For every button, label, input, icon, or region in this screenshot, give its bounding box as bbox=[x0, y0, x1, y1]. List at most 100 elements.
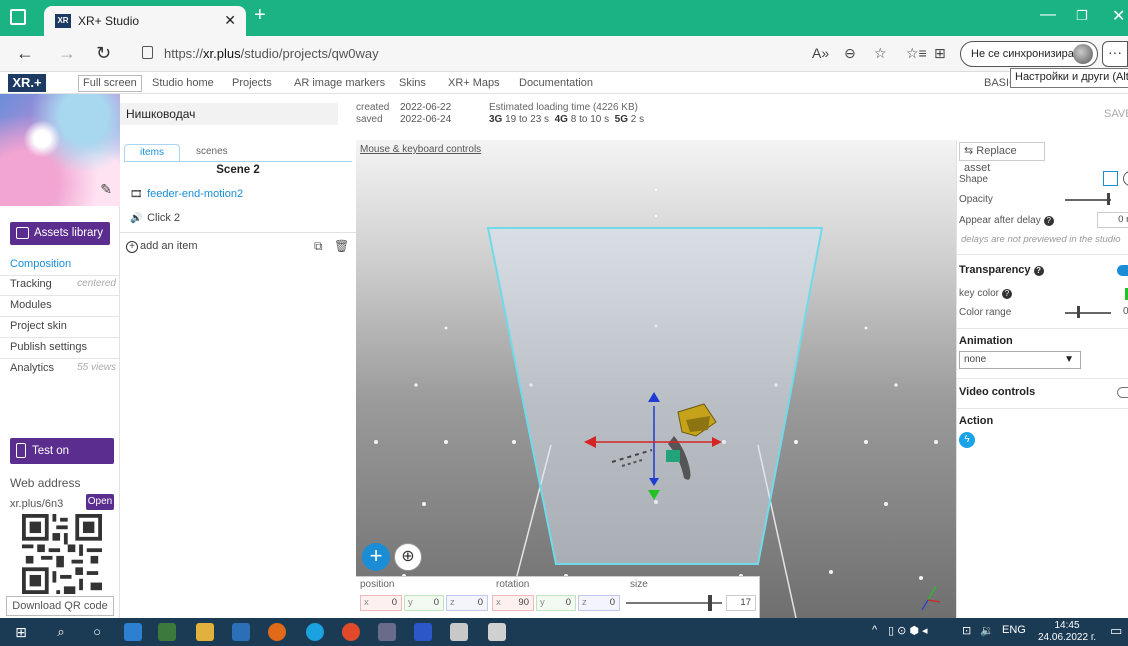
tab-actions-icon[interactable] bbox=[10, 9, 26, 25]
test-simulator-button[interactable]: Test on simulator bbox=[10, 438, 114, 483]
forward-arrow-icon[interactable]: → bbox=[58, 43, 76, 64]
orbit-mode-icon[interactable]: ⊕ bbox=[394, 543, 422, 571]
web-address-value: xr.plus/6n3 bbox=[10, 498, 64, 510]
notepad-icon[interactable] bbox=[488, 623, 506, 641]
nav-studio-home[interactable]: Studio home bbox=[152, 77, 214, 89]
help-icon[interactable]: ? bbox=[1043, 216, 1054, 226]
scene-viewport[interactable]: Mouse & keyboard controls + ⊕ position r… bbox=[356, 140, 956, 618]
file-explorer-icon[interactable] bbox=[196, 623, 214, 641]
lightning-icon[interactable]: ϟ bbox=[959, 432, 975, 448]
sidebar-item-project-skin[interactable]: Project skin bbox=[10, 320, 118, 332]
nav-ar-image-markers[interactable]: AR image markers bbox=[294, 77, 385, 89]
show-hidden-icons[interactable]: ^ bbox=[872, 624, 877, 636]
open-link-button[interactable]: Open bbox=[86, 494, 114, 510]
nav-skins[interactable]: Skins bbox=[399, 77, 426, 89]
favorite-add-icon[interactable]: ☆ bbox=[874, 45, 887, 62]
copy-icon[interactable]: ⧉ bbox=[314, 239, 323, 254]
app-icon[interactable] bbox=[232, 623, 250, 641]
list-item[interactable]: 🎞 feeder-end-motion2 bbox=[130, 188, 243, 200]
favorites-icon[interactable]: ☆≡ bbox=[906, 45, 927, 62]
collections-icon[interactable]: ⊞ bbox=[934, 45, 946, 62]
square-shape-icon[interactable] bbox=[1103, 171, 1118, 186]
close-window-icon[interactable]: ✕ bbox=[1112, 6, 1125, 26]
transparency-toggle[interactable] bbox=[1117, 265, 1128, 276]
trash-icon[interactable]: 🗑 bbox=[334, 239, 349, 253]
position-x-field[interactable]: x0 bbox=[360, 595, 402, 611]
nav-documentation[interactable]: Documentation bbox=[519, 77, 593, 89]
assets-library-button[interactable]: Assets library bbox=[10, 222, 110, 245]
replace-asset-button[interactable]: ⇆ Replace asset bbox=[959, 142, 1045, 174]
nav-xr-maps[interactable]: XR+ Maps bbox=[448, 77, 500, 89]
sidebar-item-publish-settings[interactable]: Publish settings bbox=[10, 341, 118, 353]
language-indicator[interactable]: ENG bbox=[1002, 624, 1026, 636]
opacity-slider[interactable] bbox=[1065, 199, 1111, 201]
chrome-icon[interactable] bbox=[342, 623, 360, 641]
task-view-icon[interactable]: ○ bbox=[88, 623, 106, 641]
lock-icon[interactable] bbox=[142, 46, 153, 59]
back-arrow-icon[interactable]: ← bbox=[16, 43, 34, 64]
app-icon[interactable] bbox=[124, 623, 142, 641]
add-item-button[interactable]: + add an item bbox=[126, 240, 197, 253]
restore-icon[interactable]: ❐ bbox=[1076, 8, 1088, 24]
minimize-icon[interactable]: — bbox=[1040, 6, 1056, 24]
position-z-field[interactable]: z0 bbox=[446, 595, 488, 611]
volume-icon[interactable]: 🔉 bbox=[980, 624, 994, 637]
project-thumbnail[interactable]: ✎ bbox=[0, 94, 120, 206]
help-icon[interactable]: ? bbox=[1033, 266, 1044, 276]
save-button[interactable]: SAVE bbox=[1104, 108, 1128, 120]
fullscreen-button[interactable]: Full screen bbox=[78, 75, 142, 92]
project-name-field[interactable]: Нишководач bbox=[120, 103, 338, 125]
url-field[interactable]: https://xr.plus/studio/projects/qw0way bbox=[164, 46, 379, 61]
nav-projects[interactable]: Projects bbox=[232, 77, 272, 89]
help-icon[interactable]: ? bbox=[1002, 289, 1013, 299]
search-icon[interactable]: ⌕ bbox=[52, 623, 70, 641]
reload-icon[interactable]: ↻ bbox=[96, 43, 111, 64]
sidebar-item-modules[interactable]: Modules bbox=[10, 299, 118, 311]
color-range-slider-handle[interactable] bbox=[1077, 306, 1080, 318]
sidebar-item-composition[interactable]: Composition bbox=[10, 258, 118, 270]
calculator-icon[interactable] bbox=[158, 623, 176, 641]
zoom-icon[interactable]: ⊖ bbox=[844, 45, 856, 62]
edge-icon[interactable] bbox=[306, 623, 324, 641]
read-aloud-icon[interactable]: A» bbox=[812, 45, 829, 61]
opacity-slider-handle[interactable] bbox=[1107, 193, 1110, 205]
item-label[interactable]: Click 2 bbox=[147, 212, 180, 224]
tab-items[interactable]: items bbox=[124, 144, 180, 162]
sidebar-item-analytics[interactable]: Analytics 55 views bbox=[10, 362, 118, 374]
app-icon[interactable] bbox=[450, 623, 468, 641]
network-icon[interactable]: ⊡ bbox=[962, 624, 971, 637]
tray-icons[interactable]: ▯ ⊙ ⬢ ◂ bbox=[888, 624, 928, 637]
app-icon[interactable] bbox=[414, 623, 432, 641]
rotation-x-field[interactable]: x 90 bbox=[492, 595, 534, 611]
position-y-field[interactable]: y0 bbox=[404, 595, 444, 611]
notifications-icon[interactable]: ▭ bbox=[1110, 623, 1122, 639]
settings-more-button[interactable]: ··· bbox=[1102, 41, 1128, 67]
size-field[interactable]: 17 bbox=[726, 595, 756, 611]
firefox-icon[interactable] bbox=[268, 623, 286, 641]
windows-start-icon[interactable]: ⊞ bbox=[12, 623, 30, 641]
close-tab-icon[interactable]: ✕ bbox=[224, 12, 236, 29]
xr-plus-logo[interactable]: XR.+ bbox=[8, 74, 46, 92]
download-qr-button[interactable]: Download QR code bbox=[6, 596, 114, 616]
browser-tab[interactable]: XR XR+ Studio ✕ bbox=[44, 6, 246, 36]
list-item[interactable]: 🔊 Click 2 bbox=[130, 212, 180, 224]
clock[interactable]: 14:45 24.06.2022 г. bbox=[1038, 620, 1096, 644]
sidebar-item-tracking[interactable]: Tracking centered bbox=[10, 278, 118, 290]
paint-icon[interactable] bbox=[378, 623, 396, 641]
edit-pencil-icon[interactable]: ✎ bbox=[100, 181, 112, 198]
color-range-slider[interactable] bbox=[1065, 312, 1111, 314]
rotation-z-field[interactable]: z0 bbox=[578, 595, 620, 611]
new-tab-button[interactable]: + bbox=[254, 4, 266, 27]
video-controls-toggle[interactable] bbox=[1117, 387, 1128, 398]
animation-select[interactable]: none ▼ bbox=[959, 351, 1081, 369]
delay-field[interactable]: 0 m bbox=[1097, 212, 1128, 228]
item-label[interactable]: feeder-end-motion2 bbox=[147, 188, 243, 200]
tab-scenes[interactable]: scenes bbox=[196, 146, 228, 157]
rotation-y-field[interactable]: y0 bbox=[536, 595, 576, 611]
scene-canvas[interactable] bbox=[356, 140, 956, 618]
move-mode-icon[interactable]: + bbox=[362, 543, 390, 571]
size-slider-handle[interactable] bbox=[708, 595, 712, 611]
circle-shape-icon[interactable] bbox=[1123, 171, 1128, 186]
profile-sync-button[interactable]: Не се синхронизира bbox=[960, 41, 1098, 67]
mouse-keyboard-controls-link[interactable]: Mouse & keyboard controls bbox=[360, 144, 481, 155]
